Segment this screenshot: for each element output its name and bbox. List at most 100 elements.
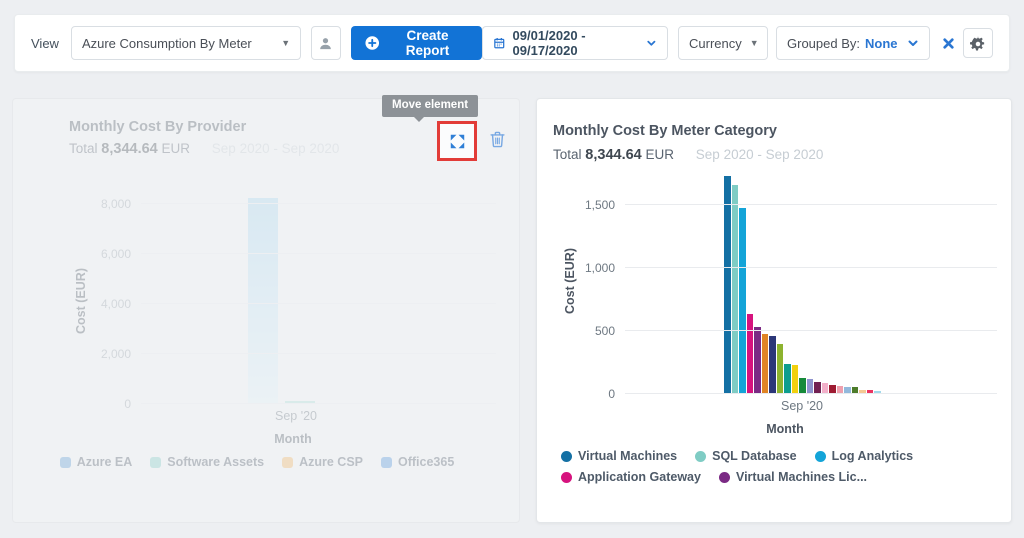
meter-category-chart: Cost (EUR) Sep '20 Month 05001,0001,500 bbox=[625, 169, 997, 394]
calendar-icon bbox=[493, 36, 506, 50]
view-label: View bbox=[31, 36, 59, 51]
date-range-picker[interactable]: 09/01/2020 - 09/17/2020 bbox=[482, 26, 668, 60]
gridline bbox=[141, 253, 496, 254]
legend-item-virtual-machines-lic-[interactable]: Virtual Machines Lic... bbox=[719, 470, 867, 484]
bar-series[interactable] bbox=[799, 378, 806, 393]
x-tick: Sep '20 bbox=[275, 409, 317, 423]
legend-swatch-icon bbox=[695, 451, 706, 462]
bars bbox=[248, 198, 315, 403]
bar-series[interactable] bbox=[769, 336, 776, 393]
legend-label: Virtual Machines Lic... bbox=[736, 470, 867, 484]
widget-subtitle: Total 8,344.64 EUR Sep 2020 - Sep 2020 bbox=[553, 147, 823, 163]
legend-label: Azure EA bbox=[77, 455, 133, 469]
legend-row: Azure EA Software Assets Azure CSP Office36… bbox=[13, 455, 519, 469]
view-select[interactable]: Azure Consumption By Meter ▼ bbox=[71, 26, 301, 60]
chevron-down-icon bbox=[907, 37, 919, 49]
provider-chart: Cost (EUR) Sep '20 Month 02,0004,0006,00… bbox=[141, 199, 496, 404]
x-tick: Sep '20 bbox=[781, 399, 823, 413]
toolbar-right-group: 09/01/2020 - 09/17/2020 Currency ▼ Group… bbox=[482, 26, 993, 60]
bar-series[interactable] bbox=[762, 334, 769, 393]
y-tick-label: 6,000 bbox=[69, 247, 131, 261]
bars bbox=[724, 176, 881, 393]
y-tick-label: 8,000 bbox=[69, 197, 131, 211]
gear-icon bbox=[970, 35, 986, 51]
move-icon bbox=[448, 132, 467, 151]
move-element-button[interactable] bbox=[437, 121, 477, 161]
create-report-button[interactable]: Create Report bbox=[351, 26, 482, 60]
person-icon bbox=[318, 36, 333, 51]
x-axis-title: Month bbox=[766, 422, 803, 436]
gridline bbox=[141, 203, 496, 204]
bar-series[interactable] bbox=[822, 383, 829, 393]
tooltip-text: Move element bbox=[392, 99, 468, 111]
legend-label: Application Gateway bbox=[578, 470, 701, 484]
grouped-by-label: Grouped By: bbox=[787, 36, 860, 51]
legend-swatch-icon bbox=[60, 457, 71, 468]
close-icon[interactable] bbox=[942, 37, 955, 50]
legend-swatch-icon bbox=[815, 451, 826, 462]
legend-label: Office365 bbox=[398, 455, 454, 469]
chevron-down-icon bbox=[646, 37, 657, 49]
bar-sql-database[interactable] bbox=[732, 185, 739, 393]
user-button[interactable] bbox=[311, 26, 340, 60]
gridline bbox=[141, 303, 496, 304]
widget-title: Monthly Cost By Meter Category bbox=[553, 123, 777, 139]
legend-label: Software Assets bbox=[167, 455, 264, 469]
bar-series[interactable] bbox=[777, 344, 784, 393]
caret-down-icon: ▼ bbox=[273, 38, 290, 48]
legend-item-virtual-machines[interactable]: Virtual Machines bbox=[561, 449, 677, 463]
bar-series[interactable] bbox=[807, 379, 814, 393]
period-label: Sep 2020 - Sep 2020 bbox=[212, 141, 340, 156]
legend-item-azure-csp[interactable]: Azure CSP bbox=[282, 455, 363, 469]
currency-select[interactable]: Currency ▼ bbox=[678, 26, 768, 60]
y-tick-label: 1,000 bbox=[553, 261, 615, 275]
legend-item-office365[interactable]: Office365 bbox=[381, 455, 454, 469]
widget-provider-panel[interactable]: Monthly Cost By Provider Total 8,344.64 … bbox=[12, 98, 520, 523]
delete-widget-button[interactable] bbox=[489, 130, 506, 149]
legend-row: Application Gateway Virtual Machines Lic.… bbox=[561, 470, 931, 484]
total-value: 8,344.64 bbox=[101, 141, 157, 157]
y-axis-title: Cost (EUR) bbox=[563, 241, 577, 321]
bar-series[interactable] bbox=[814, 382, 821, 393]
gridline bbox=[141, 403, 496, 404]
bar-series[interactable] bbox=[829, 385, 836, 393]
bar-series[interactable] bbox=[792, 365, 799, 393]
legend-swatch-icon bbox=[150, 457, 161, 468]
y-tick-label: 4,000 bbox=[69, 297, 131, 311]
legend-swatch-icon bbox=[282, 457, 293, 468]
grouped-by-select[interactable]: Grouped By: None bbox=[776, 26, 930, 60]
legend-item-application-gateway[interactable]: Application Gateway bbox=[561, 470, 701, 484]
bar-log-analytics[interactable] bbox=[739, 208, 746, 393]
move-element-tooltip: Move element bbox=[382, 95, 478, 117]
legend-label: Log Analytics bbox=[832, 449, 914, 463]
legend-item-log-analytics[interactable]: Log Analytics bbox=[815, 449, 914, 463]
legend-item-software-assets[interactable]: Software Assets bbox=[150, 455, 264, 469]
settings-button[interactable] bbox=[963, 28, 993, 58]
legend-item-sql-database[interactable]: SQL Database bbox=[695, 449, 797, 463]
widget-subtitle: Total 8,344.64 EUR Sep 2020 - Sep 2020 bbox=[69, 141, 339, 157]
total-unit: EUR bbox=[162, 141, 191, 156]
widget-meter-category-panel[interactable]: Monthly Cost By Meter Category Total 8,3… bbox=[536, 98, 1012, 523]
gridline bbox=[141, 353, 496, 354]
plus-circle-icon bbox=[365, 35, 380, 51]
y-tick-label: 0 bbox=[69, 397, 131, 411]
bar-azure-ea[interactable] bbox=[248, 198, 278, 403]
period-label: Sep 2020 - Sep 2020 bbox=[696, 147, 824, 162]
y-tick-label: 0 bbox=[553, 387, 615, 401]
x-axis-title: Month bbox=[274, 432, 311, 446]
toolbar: View Azure Consumption By Meter ▼ Create… bbox=[14, 14, 1010, 72]
total-value: 8,344.64 bbox=[585, 147, 641, 163]
legend-label: SQL Database bbox=[712, 449, 797, 463]
date-range-value: 09/01/2020 - 09/17/2020 bbox=[513, 28, 640, 58]
currency-select-value: Currency bbox=[689, 36, 742, 51]
bar-virtual-machines[interactable] bbox=[724, 176, 731, 393]
gridline bbox=[625, 330, 997, 331]
y-tick-label: 500 bbox=[553, 324, 615, 338]
bar-application-gateway[interactable] bbox=[747, 314, 754, 393]
bar-series[interactable] bbox=[837, 386, 844, 393]
bar-series[interactable] bbox=[784, 364, 791, 393]
legend-swatch-icon bbox=[561, 472, 572, 483]
total-unit: EUR bbox=[646, 147, 675, 162]
bar-virtual-machines-lic-[interactable] bbox=[754, 327, 761, 393]
legend-item-azure-ea[interactable]: Azure EA bbox=[60, 455, 133, 469]
